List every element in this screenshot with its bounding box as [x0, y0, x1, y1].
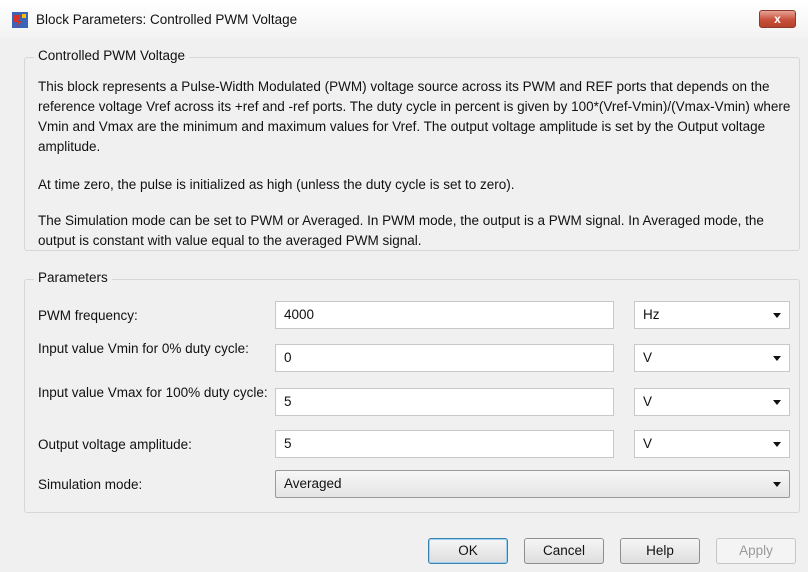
close-button[interactable]: x: [759, 10, 796, 28]
dropdown-arrow-icon: [773, 400, 781, 405]
amplitude-unit-select[interactable]: V: [634, 430, 790, 458]
close-icon: x: [774, 12, 781, 26]
vmax-unit: V: [643, 394, 653, 409]
window-title: Block Parameters: Controlled PWM Voltage: [36, 12, 298, 27]
pwm-frequency-unit-select[interactable]: Hz: [634, 301, 790, 329]
description-paragraph-2: At time zero, the pulse is initialized a…: [38, 177, 515, 192]
vmin-label: Input value Vmin for 0% duty cycle:: [38, 341, 249, 356]
pwm-frequency-input[interactable]: 4000: [275, 301, 614, 329]
dropdown-arrow-icon: [773, 356, 781, 361]
amplitude-unit: V: [643, 436, 653, 451]
dropdown-arrow-icon: [773, 482, 781, 487]
vmax-unit-select[interactable]: V: [634, 388, 790, 416]
simulation-mode-value: Averaged: [284, 476, 342, 491]
vmax-label: Input value Vmax for 100% duty cycle:: [38, 385, 268, 400]
description-legend: Controlled PWM Voltage: [34, 48, 190, 63]
simulation-mode-label: Simulation mode:: [38, 477, 143, 492]
ok-button[interactable]: OK: [428, 538, 508, 564]
amplitude-input[interactable]: 5: [275, 430, 614, 458]
help-button[interactable]: Help: [620, 538, 700, 564]
vmin-unit: V: [643, 350, 653, 365]
title-bar[interactable]: Block Parameters: Controlled PWM Voltage…: [0, 0, 808, 38]
amplitude-label: Output voltage amplitude:: [38, 437, 192, 452]
simulation-mode-select[interactable]: Averaged: [275, 470, 790, 498]
parameters-legend: Parameters: [34, 270, 112, 285]
pwm-frequency-unit: Hz: [643, 307, 660, 322]
vmax-input[interactable]: 5: [275, 388, 614, 416]
cancel-button[interactable]: Cancel: [524, 538, 604, 564]
pwm-frequency-label: PWM frequency:: [38, 308, 138, 323]
description-paragraph-3: The Simulation mode can be set to PWM or…: [38, 213, 764, 248]
dropdown-arrow-icon: [773, 442, 781, 447]
dialog-window: Block Parameters: Controlled PWM Voltage…: [0, 0, 808, 572]
dropdown-arrow-icon: [773, 313, 781, 318]
vmin-input[interactable]: 0: [275, 344, 614, 372]
description-paragraph-1: This block represents a Pulse-Width Modu…: [38, 79, 791, 154]
apply-button[interactable]: Apply: [716, 538, 796, 564]
vmin-unit-select[interactable]: V: [634, 344, 790, 372]
simulink-block-icon: [12, 12, 28, 28]
